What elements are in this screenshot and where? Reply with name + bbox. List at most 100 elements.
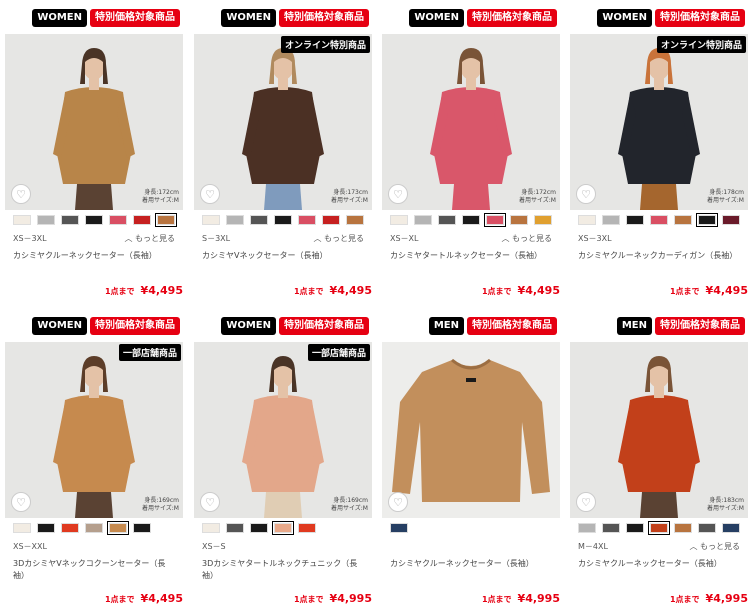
color-swatch[interactable] <box>650 215 668 225</box>
product-image[interactable]: 一部店舗商品 ♡ 身長:169cm 着用サイズ:M <box>194 342 372 518</box>
product-card[interactable]: WOMEN 特別価格対象商品 オンライン特別商品 ♡ 身長:173cm 着用サイズ:M S－… <box>194 0 372 300</box>
size-range: XS－S <box>202 542 226 551</box>
color-swatch[interactable] <box>107 521 129 535</box>
color-swatch[interactable] <box>250 215 268 225</box>
color-swatch[interactable] <box>510 215 528 225</box>
color-swatch[interactable] <box>390 523 408 533</box>
purchase-limit: 1点まで <box>293 595 324 604</box>
gender-badge: MEN <box>616 317 652 335</box>
size-row: XS－3XL <box>578 233 740 244</box>
photo-tag: オンライン特別商品 <box>656 36 746 53</box>
favorite-heart-icon[interactable]: ♡ <box>576 184 596 204</box>
color-swatch[interactable] <box>85 523 103 533</box>
color-swatch[interactable] <box>626 215 644 225</box>
product-image[interactable]: オンライン特別商品 ♡ 身長:173cm 着用サイズ:M <box>194 34 372 210</box>
product-grid: WOMEN 特別価格対象商品 ♡ 身長:172cm 着用サイズ:M XS－3XL ︿ もっと… <box>0 0 750 615</box>
product-name[interactable]: カシミヤクルーネックセーター（長袖） <box>390 558 552 570</box>
color-swatch[interactable] <box>298 215 316 225</box>
color-swatch[interactable] <box>578 215 596 225</box>
product-name[interactable]: カシミヤクルーネックカーディガン（長袖） <box>578 250 740 262</box>
color-swatch[interactable] <box>298 523 316 533</box>
favorite-heart-icon[interactable]: ♡ <box>200 492 220 512</box>
color-swatch[interactable] <box>133 523 151 533</box>
color-swatch[interactable] <box>414 215 432 225</box>
size-range: XS－XXL <box>13 542 47 551</box>
product-image[interactable]: ♡ <box>382 342 560 518</box>
color-swatch[interactable] <box>390 215 408 225</box>
product-image[interactable]: ♡ 身長:172cm 着用サイズ:M <box>382 34 560 210</box>
color-swatch[interactable] <box>698 523 716 533</box>
color-swatch[interactable] <box>696 213 718 227</box>
model-height: 身長:183cm <box>709 497 744 504</box>
color-swatch[interactable] <box>602 523 620 533</box>
favorite-heart-icon[interactable]: ♡ <box>11 184 31 204</box>
color-swatch[interactable] <box>61 215 79 225</box>
color-swatch[interactable] <box>674 523 692 533</box>
model-wear-size: 着用サイズ:M <box>330 505 368 512</box>
product-image[interactable]: オンライン特別商品 ♡ 身長:178cm 着用サイズ:M <box>570 34 748 210</box>
product-card[interactable]: WOMEN 特別価格対象商品 オンライン特別商品 ♡ 身長:178cm 着用サイズ:M XS… <box>570 0 748 300</box>
color-swatch[interactable] <box>133 215 151 225</box>
color-swatch[interactable] <box>534 215 552 225</box>
color-swatch[interactable] <box>322 215 340 225</box>
color-swatch[interactable] <box>602 215 620 225</box>
product-name[interactable]: カシミヤクルーネックセーター（長袖） <box>578 558 740 570</box>
product-card[interactable]: MEN 特別価格対象商品 ♡ カシミヤクルーネックセーター（長袖） 1点まで ¥4,995 <box>382 308 560 608</box>
product-name[interactable]: 3DカシミヤVネックコクーンセーター（長袖） <box>13 558 175 582</box>
color-swatch[interactable] <box>13 215 31 225</box>
color-swatch[interactable] <box>226 215 244 225</box>
more-colors-link[interactable]: ︿ もっと見る <box>689 541 740 552</box>
color-swatch[interactable] <box>250 523 268 533</box>
model-height: 身長:172cm <box>521 189 556 196</box>
color-swatch[interactable] <box>648 521 670 535</box>
color-swatch[interactable] <box>226 523 244 533</box>
color-swatch[interactable] <box>438 215 456 225</box>
color-swatch[interactable] <box>202 523 220 533</box>
product-card[interactable]: WOMEN 特別価格対象商品 ♡ 身長:172cm 着用サイズ:M XS－3XL ︿ もっと… <box>5 0 183 300</box>
more-colors-link[interactable]: ︿ もっと見る <box>501 233 552 244</box>
product-name[interactable]: 3Dカシミヤタートルネックチュニック（長袖） <box>202 558 364 582</box>
product-card[interactable]: WOMEN 特別価格対象商品 一部店舗商品 ♡ 身長:169cm 着用サイズ:M XS－S 3… <box>194 308 372 608</box>
color-swatch[interactable] <box>37 523 55 533</box>
favorite-heart-icon[interactable]: ♡ <box>11 492 31 512</box>
color-swatch[interactable] <box>13 523 31 533</box>
color-swatch[interactable] <box>722 523 740 533</box>
color-swatch[interactable] <box>722 215 740 225</box>
favorite-heart-icon[interactable]: ♡ <box>576 492 596 512</box>
product-card[interactable]: MEN 特別価格対象商品 ♡ 身長:183cm 着用サイズ:M M－4XL ︿ もっと見るカ… <box>570 308 748 608</box>
favorite-heart-icon[interactable]: ♡ <box>200 184 220 204</box>
color-swatch[interactable] <box>462 215 480 225</box>
color-swatch[interactable] <box>674 215 692 225</box>
badge-group: WOMEN 特別価格対象商品 <box>221 9 369 27</box>
product-name[interactable]: カシミヤタートルネックセーター（長袖） <box>390 250 552 262</box>
color-swatch[interactable] <box>109 215 127 225</box>
gender-badge: WOMEN <box>409 9 464 27</box>
color-swatch[interactable] <box>626 523 644 533</box>
more-colors-link[interactable]: ︿ もっと見る <box>124 233 175 244</box>
color-swatch[interactable] <box>202 215 220 225</box>
product-photo-illustration <box>194 34 372 210</box>
color-swatch[interactable] <box>578 523 596 533</box>
favorite-heart-icon[interactable]: ♡ <box>388 492 408 512</box>
product-card[interactable]: WOMEN 特別価格対象商品 一部店舗商品 ♡ 身長:169cm 着用サイズ:M XS－XX… <box>5 308 183 608</box>
gender-badge: WOMEN <box>32 9 87 27</box>
color-swatch[interactable] <box>274 215 292 225</box>
product-card[interactable]: WOMEN 特別価格対象商品 ♡ 身長:172cm 着用サイズ:M XS－XL ︿ もっと見… <box>382 0 560 300</box>
more-colors-link[interactable]: ︿ もっと見る <box>313 233 364 244</box>
color-swatch[interactable] <box>346 215 364 225</box>
product-name[interactable]: カシミヤVネックセーター（長袖） <box>202 250 364 262</box>
favorite-heart-icon[interactable]: ♡ <box>388 184 408 204</box>
badge-group: WOMEN 特別価格対象商品 <box>597 9 745 27</box>
color-swatch[interactable] <box>484 213 506 227</box>
product-image[interactable]: ♡ 身長:172cm 着用サイズ:M <box>5 34 183 210</box>
color-swatch[interactable] <box>155 213 177 227</box>
color-swatch[interactable] <box>37 215 55 225</box>
model-size-info: 身長:172cm 着用サイズ:M <box>519 189 556 205</box>
color-swatch[interactable] <box>85 215 103 225</box>
product-name[interactable]: カシミヤクルーネックセーター（長袖） <box>13 250 175 262</box>
color-swatch[interactable] <box>61 523 79 533</box>
more-label: もっと見る <box>512 234 552 243</box>
product-image[interactable]: 一部店舗商品 ♡ 身長:169cm 着用サイズ:M <box>5 342 183 518</box>
product-image[interactable]: ♡ 身長:183cm 着用サイズ:M <box>570 342 748 518</box>
color-swatch[interactable] <box>272 521 294 535</box>
